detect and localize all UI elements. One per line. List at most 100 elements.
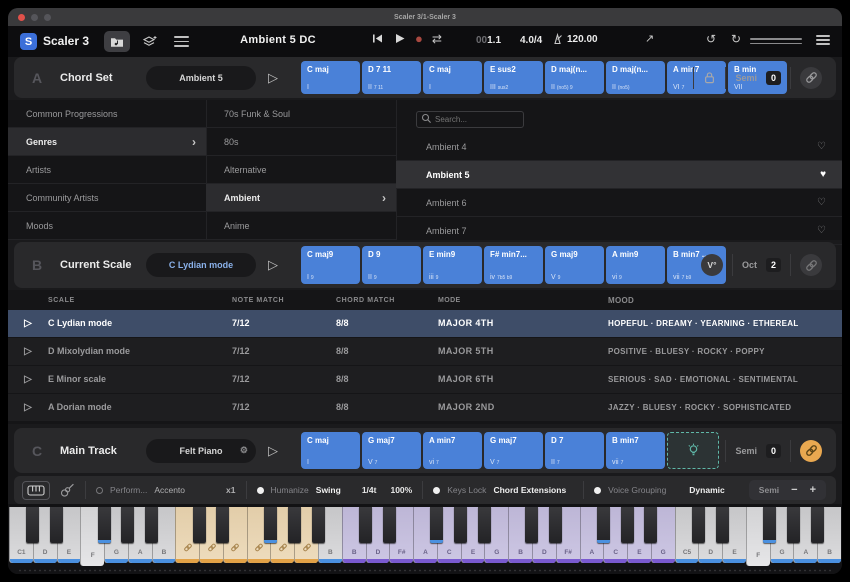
chord-cell[interactable]: A min9vi 9 xyxy=(606,246,665,284)
semi-plus-button[interactable]: + xyxy=(810,484,816,496)
favorite-heart-icon[interactable]: ♡ xyxy=(817,197,826,208)
play-button[interactable] xyxy=(393,32,406,45)
keyboard-view-button[interactable] xyxy=(22,481,50,500)
tempo-control[interactable]: 120.00 xyxy=(552,33,598,45)
genre-item-70s-funk-soul[interactable]: 70s Funk & Soul xyxy=(206,100,396,128)
keys-lock-toggle[interactable] xyxy=(433,487,440,494)
piano-black-key[interactable] xyxy=(597,507,610,543)
search-input[interactable] xyxy=(416,111,524,128)
category-item-artists[interactable]: Artists xyxy=(8,156,206,184)
scale-dropdown[interactable]: C Lydian mode xyxy=(146,253,256,277)
chord-cell[interactable]: D 9II 9 xyxy=(362,246,421,284)
chord-cell[interactable]: C maj9I 9 xyxy=(301,246,360,284)
piano-black-key[interactable] xyxy=(359,507,372,543)
instrument-dropdown[interactable]: Felt Piano ⚙ xyxy=(146,439,256,463)
piano-black-key[interactable] xyxy=(454,507,467,543)
piano-black-key[interactable] xyxy=(621,507,634,543)
perform-value[interactable]: Accento xyxy=(154,485,185,495)
semi-minus-button[interactable]: − xyxy=(791,484,797,496)
chord-cell[interactable]: C majI xyxy=(301,432,360,469)
minimize-window-button[interactable] xyxy=(31,14,38,21)
preset-item[interactable]: Ambient 6♡ xyxy=(396,189,842,217)
row-play-button[interactable]: ▷ xyxy=(8,374,48,385)
humanize-amount[interactable]: 100% xyxy=(390,485,412,495)
piano-black-key[interactable] xyxy=(430,507,443,543)
piano-black-key[interactable] xyxy=(145,507,158,543)
undo-button[interactable]: ↺ xyxy=(706,33,716,45)
perform-multiplier[interactable]: x1 xyxy=(226,485,235,495)
resize-handle[interactable] xyxy=(750,38,802,44)
piano-black-key[interactable] xyxy=(716,507,729,543)
piano-black-key[interactable] xyxy=(525,507,538,543)
scale-play-button[interactable]: ▷ xyxy=(268,257,278,273)
row-play-button[interactable]: ▷ xyxy=(8,402,48,413)
chord-suggest-drop-zone[interactable] xyxy=(667,432,719,469)
row-play-button[interactable]: ▷ xyxy=(8,346,48,357)
link-button[interactable] xyxy=(800,254,822,276)
chord-cell[interactable]: C majI xyxy=(301,61,360,94)
zoom-window-button[interactable] xyxy=(44,14,51,21)
piano-black-key[interactable] xyxy=(787,507,800,543)
guitar-icon[interactable] xyxy=(60,483,75,498)
chord-cell[interactable]: G maj9V 9 xyxy=(545,246,604,284)
chord-cell[interactable]: D maj(n...II (no5) 9 xyxy=(545,61,604,94)
voicing-button[interactable]: V° xyxy=(701,254,723,276)
chord-cell[interactable]: G maj7V 7 xyxy=(362,432,421,469)
favorite-heart-icon[interactable]: ♥ xyxy=(820,169,826,180)
redo-button[interactable]: ↻ xyxy=(731,33,741,45)
chord-cell[interactable]: E sus2III sus2 xyxy=(484,61,543,94)
layers-tab-button[interactable] xyxy=(136,31,162,52)
close-window-button[interactable] xyxy=(18,14,25,21)
scale-table-row[interactable]: ▷C Lydian mode7/128/8MAJOR 4THHOPEFUL · … xyxy=(8,310,842,337)
piano-black-key[interactable] xyxy=(26,507,39,543)
category-item-moods[interactable]: Moods xyxy=(8,212,206,240)
keys-lock-value[interactable]: Chord Extensions xyxy=(493,485,566,495)
preset-item[interactable]: Ambient 4♡ xyxy=(396,133,842,161)
link-button[interactable] xyxy=(800,67,822,89)
genre-item-anime[interactable]: Anime xyxy=(206,212,396,240)
voice-grouping-value[interactable]: Dynamic xyxy=(689,485,724,495)
voice-grouping-toggle[interactable] xyxy=(594,487,601,494)
favorite-heart-icon[interactable]: ♡ xyxy=(817,141,826,152)
semi-value[interactable]: 0 xyxy=(766,444,781,458)
chord-cell[interactable]: F# min7...iv 7b5 b9 xyxy=(484,246,543,284)
detach-arrow-button[interactable]: ↗ xyxy=(645,34,654,45)
piano-black-key[interactable] xyxy=(193,507,206,543)
favorite-heart-icon[interactable]: ♡ xyxy=(817,225,826,236)
settings-menu-button[interactable] xyxy=(816,35,830,45)
browser-tab-button[interactable] xyxy=(104,31,130,52)
chord-set-preset-dropdown[interactable]: Ambient 5 xyxy=(146,66,256,90)
oct-value[interactable]: 2 xyxy=(766,258,781,272)
chord-cell[interactable]: G maj7V 7 xyxy=(484,432,543,469)
genre-item-alternative[interactable]: Alternative xyxy=(206,156,396,184)
chord-cell[interactable]: D 7 11II 7 11 xyxy=(362,61,421,94)
piano-black-key[interactable] xyxy=(264,507,277,543)
row-play-button[interactable]: ▷ xyxy=(8,318,48,329)
skip-back-button[interactable] xyxy=(371,32,384,45)
chord-cell[interactable]: A min7vi 7 xyxy=(423,432,482,469)
piano-black-key[interactable] xyxy=(121,507,134,543)
humanize-toggle[interactable] xyxy=(257,487,264,494)
time-signature[interactable]: 4.0/4 xyxy=(520,35,542,46)
category-item-community-artists[interactable]: Community Artists xyxy=(8,184,206,212)
piano-black-key[interactable] xyxy=(383,507,396,543)
gear-icon[interactable]: ⚙ xyxy=(240,445,248,456)
chord-cell[interactable]: D maj(n...II (no5) xyxy=(606,61,665,94)
genre-item-ambient[interactable]: Ambient› xyxy=(206,184,396,212)
category-item-genres[interactable]: Genres› xyxy=(8,128,206,156)
scale-table-row[interactable]: ▷D Mixolydian mode7/128/8MAJOR 5THPOSITI… xyxy=(8,338,842,365)
piano-black-key[interactable] xyxy=(50,507,63,543)
preset-item[interactable]: Ambient 5♥ xyxy=(396,161,842,189)
genre-item-80s[interactable]: 80s xyxy=(206,128,396,156)
semi-value[interactable]: 0 xyxy=(766,71,781,85)
piano-black-key[interactable] xyxy=(644,507,657,543)
category-item-common-progressions[interactable]: Common Progressions xyxy=(8,100,206,128)
chord-set-play-button[interactable]: ▷ xyxy=(268,70,278,86)
chord-cell[interactable]: D 7II 7 xyxy=(545,432,604,469)
scale-table-row[interactable]: ▷E Minor scale7/128/8MAJOR 6THSERIOUS · … xyxy=(8,366,842,393)
piano-black-key[interactable] xyxy=(763,507,776,543)
scale-table-row[interactable]: ▷A Dorian mode7/128/8MAJOR 2NDJAZZY · BL… xyxy=(8,394,842,421)
piano-black-key[interactable] xyxy=(692,507,705,543)
link-button-active[interactable] xyxy=(800,440,822,462)
piano-black-key[interactable] xyxy=(216,507,229,543)
